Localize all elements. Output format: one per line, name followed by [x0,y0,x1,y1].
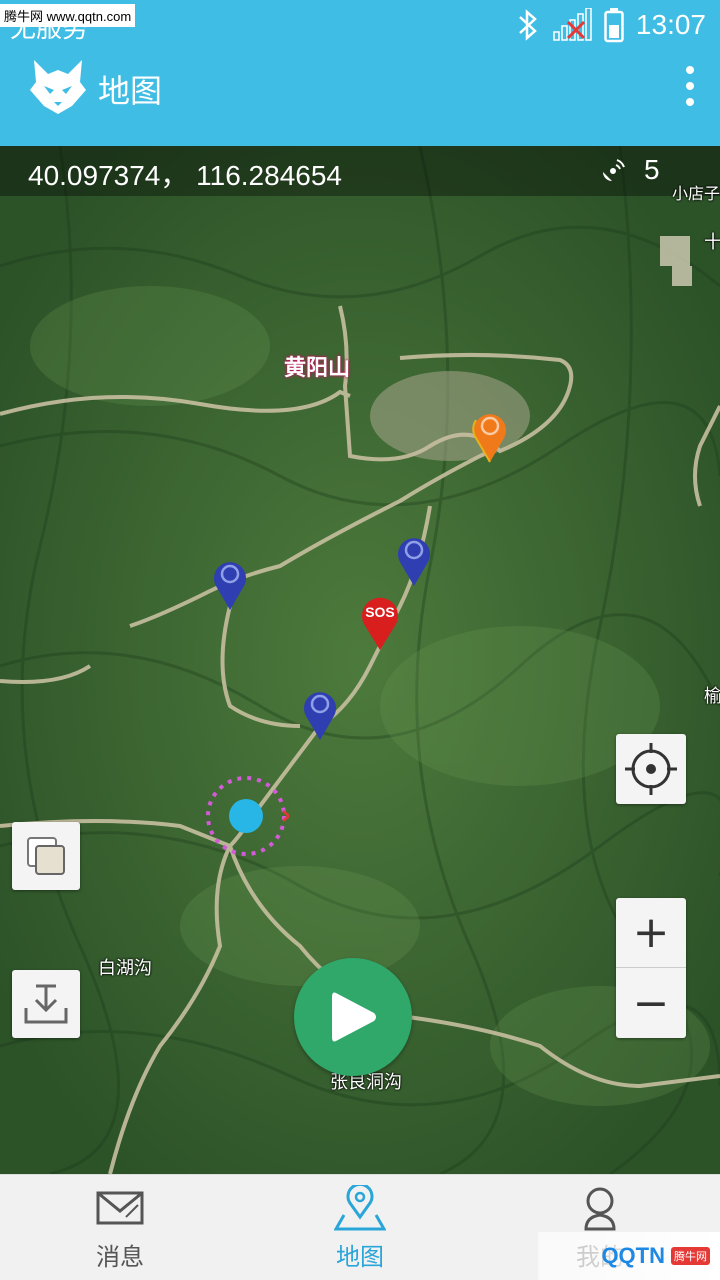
blue-map-pin-icon[interactable] [210,556,250,612]
satellite-count: 5 [644,154,660,185]
crosshair-icon [625,743,677,795]
download-icon [24,984,68,1024]
clock: 13:07 [635,9,706,40]
watermark-brand: QQTN [601,1243,665,1268]
nav-item-messages[interactable]: 消息 [0,1175,240,1280]
coordinate-bar: 40.097374， 116.284654 5 [0,146,720,196]
wolf-logo-icon [30,60,86,114]
app-header: 无服务 腾牛网 www.qqtn.com 13:07 地图 [0,0,720,146]
watermark-sub: 腾牛网 [671,1247,710,1265]
satellite-icon [603,159,625,181]
user-icon [584,1187,616,1231]
map-label-village: 白湖沟 [98,958,152,979]
status-bar: 无服务 腾牛网 www.qqtn.com 13:07 [0,0,720,50]
signal-none-icon [553,8,592,41]
battery-icon [604,8,624,43]
offline-download-button[interactable] [12,970,80,1038]
zoom-out-button[interactable]: − [616,968,686,1038]
gps-coordinates: 40.097374， 116.284654 [28,160,342,191]
map-label-edge: 榆 [704,686,720,707]
nav-item-map[interactable]: 地图 [240,1175,480,1280]
nav-label: 地图 [336,1243,384,1271]
overflow-menu-icon[interactable] [680,66,700,106]
sos-label: SOS [365,604,395,620]
map-label-edge: 十 [704,232,720,253]
watermark-bottom: QQTN 腾牛网 [538,1232,720,1280]
sos-map-pin[interactable]: SOS [358,592,402,652]
start-track-button[interactable] [294,958,412,1076]
app-bar: 地图 [0,50,720,146]
blue-map-pin-icon[interactable] [394,532,434,588]
map-label-mountain: 黄阳山 [284,356,351,381]
play-icon [332,992,376,1042]
layers-button[interactable] [12,822,80,890]
locate-me-button[interactable] [616,734,686,804]
status-icons: 13:07 [516,6,706,44]
mail-icon [96,1191,144,1225]
watermark-top: 腾牛网 www.qqtn.com [0,4,136,27]
map-pin-icon [334,1185,386,1231]
nav-label: 消息 [96,1243,144,1271]
zoom-controls: + − [616,898,686,1038]
map-view[interactable]: 40.097374， 116.284654 5 黄阳山 白湖沟 张良洞沟 小店子… [0,146,720,1174]
sos-pin-icon [362,597,398,650]
orange-map-pin-icon[interactable] [470,408,510,464]
bluetooth-icon [519,9,537,41]
layers-icon [27,837,65,875]
page-title: 地图 [98,72,163,110]
map-label-edge: 小店子 [672,184,720,203]
current-location-icon [206,776,289,856]
blue-map-pin-icon[interactable] [300,686,340,742]
zoom-in-button[interactable]: + [616,898,686,968]
